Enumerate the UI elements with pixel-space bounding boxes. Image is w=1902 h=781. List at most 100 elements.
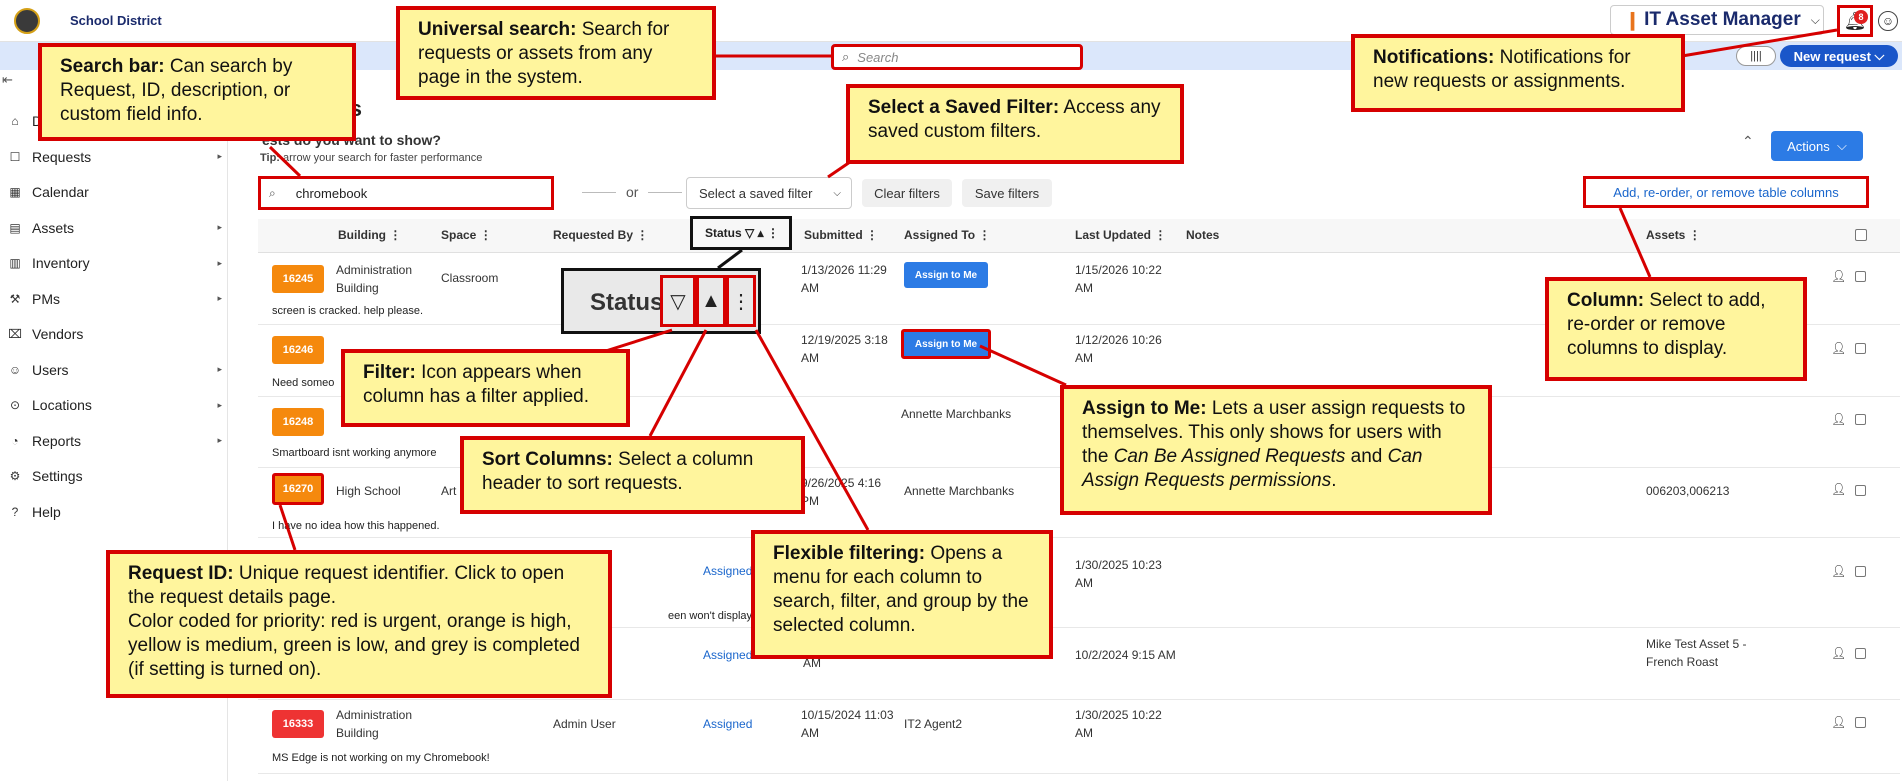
request-description: een won't display. (668, 610, 755, 622)
person-icon[interactable]: 👤︎ (1831, 341, 1846, 355)
sidebar-item-requests[interactable]: ☐ Requests ▸ (0, 142, 228, 172)
row-checkbox[interactable] (1855, 414, 1866, 425)
sidebar-item-label: Assets (32, 219, 75, 236)
callout-text: Color coded for priority: red is urgent,… (128, 611, 580, 680)
column-building[interactable]: Building ⋮ (338, 228, 401, 242)
sidebar-item-help[interactable]: ? Help (0, 497, 228, 527)
filter-icon: ▽ (660, 275, 696, 327)
request-search-input[interactable]: ⌕ chromebook (258, 176, 554, 210)
or-separator: or (572, 184, 692, 200)
person-icon[interactable]: 👤︎ (1831, 715, 1846, 729)
sidebar-item-vendors[interactable]: ⌧ Vendors (0, 319, 228, 349)
callout-sort-columns: Sort Columns: Select a column header to … (460, 436, 805, 514)
universal-search-input[interactable]: ⌕ Search (831, 44, 1083, 70)
callout-text: . (1331, 470, 1337, 491)
sidebar-item-settings[interactable]: ⚙ Settings (0, 461, 228, 491)
request-description: I have no idea how this happened. (272, 520, 440, 532)
assets-cell: 006203,006213 (1646, 484, 1730, 498)
row-checkbox[interactable] (1855, 566, 1866, 577)
requested-by-cell: Admin User (553, 717, 616, 731)
table-row[interactable]: 16333 Administration Building Admin User… (258, 700, 1900, 774)
person-icon[interactable]: 👤︎ (1831, 269, 1846, 283)
saved-filter-select[interactable]: Select a saved filter ⌵ (686, 177, 852, 209)
sidebar-item-assets[interactable]: ▤ Assets ▸ (0, 213, 228, 243)
location-icon: ⊙ (9, 398, 21, 412)
filter-icon[interactable]: ▽ (745, 226, 754, 240)
sort-asc-icon[interactable]: ▴ (758, 226, 764, 240)
person-icon[interactable]: 👤︎ (1831, 564, 1846, 578)
request-id-badge[interactable]: 16270 (272, 473, 324, 505)
submitted-cell: 12/19/2025 3:18 AM (801, 333, 888, 365)
row-checkbox[interactable] (1855, 485, 1866, 496)
column-assigned-to[interactable]: Assigned To ⋮ (904, 228, 990, 242)
callout-filter: Filter: Icon appears when column has a f… (341, 349, 630, 427)
status-link[interactable]: Assigned (703, 715, 752, 733)
row-checkbox[interactable] (1855, 648, 1866, 659)
status-link[interactable]: Assigned (703, 646, 752, 664)
chevron-down-icon: ⌵ (1810, 12, 1820, 27)
column-submitted[interactable]: Submitted ⋮ (804, 228, 878, 242)
new-request-button[interactable]: New request ⌵ (1780, 45, 1898, 67)
column-status-label: Status (705, 226, 742, 240)
app-switcher[interactable]: ❙ IT Asset Manager ⌵ (1610, 5, 1824, 35)
clear-filters-button[interactable]: Clear filters (862, 179, 952, 207)
sidebar-item-inventory[interactable]: ▥ Inventory ▸ (0, 248, 228, 278)
chevron-right-icon: ▸ (217, 364, 222, 374)
district-logo[interactable] (14, 8, 40, 34)
column-assets[interactable]: Assets ⋮ (1646, 228, 1701, 242)
district-name[interactable]: School District (70, 13, 162, 28)
person-icon[interactable]: 👤︎ (1831, 412, 1846, 426)
column-submitted-label: Submitted (804, 228, 863, 242)
sidebar-item-users[interactable]: ☺ Users ▸ (0, 355, 228, 385)
request-id-badge[interactable]: 16246 (272, 336, 324, 364)
person-icon[interactable]: 👤︎ (1831, 646, 1846, 660)
assign-to-me-button[interactable]: Assign to Me (904, 262, 988, 288)
callout-assign-to-me: Assign to Me: Lets a user assign request… (1060, 385, 1492, 515)
column-status[interactable]: Status ▽ ▴ ⋮ (690, 216, 792, 250)
notifications-button[interactable]: 🔔︎ 8 (1837, 5, 1873, 37)
column-last-updated[interactable]: Last Updated ⋮ (1075, 228, 1166, 242)
collapse-sidebar-icon[interactable]: ⇤ (2, 72, 13, 88)
collapse-filters-icon[interactable]: ⌃ (1742, 133, 1754, 150)
dashboard-icon: ⌂ (11, 114, 19, 128)
sidebar-item-reports[interactable]: ◔ Reports ▸ (0, 426, 228, 456)
person-icon[interactable]: 👤︎ (1831, 482, 1846, 496)
user-avatar-icon[interactable]: ☺︎ (1878, 11, 1898, 31)
select-all-checkbox[interactable] (1855, 229, 1867, 241)
add-columns-link[interactable]: Add, re-order, or remove table columns (1583, 176, 1869, 208)
sidebar-item-pms[interactable]: ⚒ PMs ▸ (0, 284, 228, 314)
saved-filter-placeholder: Select a saved filter (699, 185, 813, 201)
callout-search-bar: Search bar: Can search by Request, ID, d… (38, 43, 356, 141)
universal-search-placeholder: Search (857, 49, 899, 65)
reports-icon: ◔ (11, 433, 19, 448)
last-updated-cell: 10/2/2024 9:15 AM (1075, 648, 1176, 662)
space-cell: Classroom (441, 271, 499, 285)
callout-title: Column: (1567, 290, 1645, 311)
assign-to-me-button[interactable]: Assign to Me (901, 329, 991, 359)
request-id-badge[interactable]: 16333 (272, 710, 324, 738)
barcode-scan-button[interactable]: |||| (1736, 46, 1776, 66)
column-space[interactable]: Space ⋮ (441, 228, 492, 242)
gear-icon: ⚙ (9, 469, 21, 483)
save-filters-button[interactable]: Save filters (962, 179, 1052, 207)
column-notes[interactable]: Notes (1186, 228, 1219, 242)
request-id-badge[interactable]: 16248 (272, 408, 324, 436)
inventory-icon: ▥ (9, 256, 21, 270)
sidebar-item-calendar[interactable]: ▦ Calendar (0, 177, 228, 207)
actions-button[interactable]: Actions ⌵ (1771, 131, 1863, 161)
sidebar-item-locations[interactable]: ⊙ Locations ▸ (0, 390, 228, 420)
column-assigned-to-label: Assigned To (904, 228, 976, 242)
row-checkbox[interactable] (1855, 717, 1866, 728)
request-id-badge[interactable]: 16245 (272, 265, 324, 293)
status-link[interactable]: Assigned (703, 562, 752, 580)
row-checkbox[interactable] (1855, 271, 1866, 282)
last-updated-cell: 1/30/2025 10:23 AM (1075, 558, 1162, 590)
column-requested-by[interactable]: Requested By ⋮ (553, 228, 648, 242)
search-icon: ⌕ (842, 49, 850, 64)
column-menu-icon[interactable]: ⋮ (767, 226, 779, 240)
assets-icon: ▤ (9, 220, 21, 235)
row-checkbox[interactable] (1855, 343, 1866, 354)
or-text: or (626, 184, 639, 200)
callout-title: Select a Saved Filter: (868, 97, 1060, 118)
table-header: Building ⋮ Space ⋮ Requested By ⋮ Submit… (258, 219, 1900, 253)
